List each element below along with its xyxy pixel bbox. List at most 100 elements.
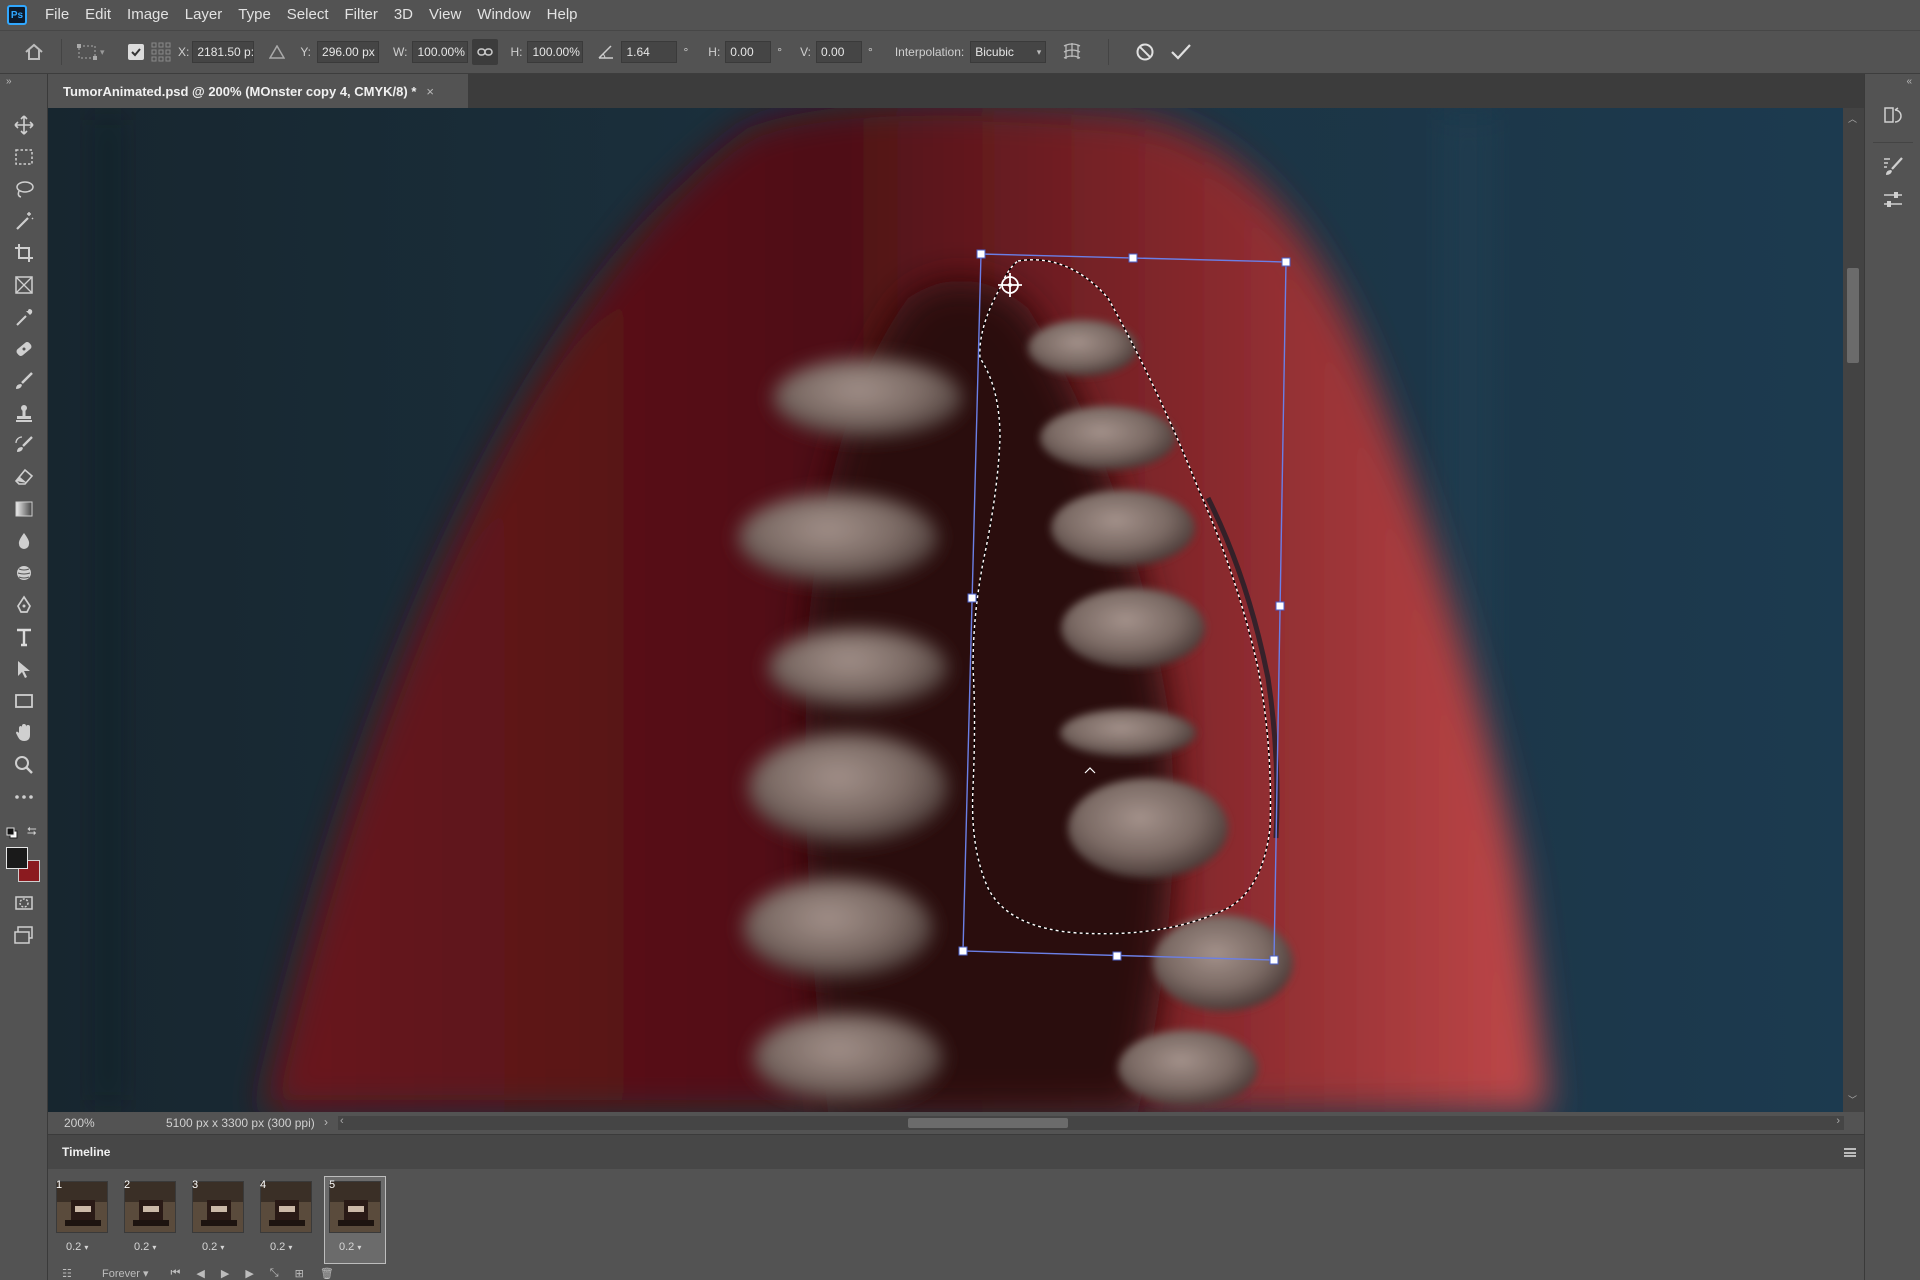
interpolation-value: Bicubic [975,45,1014,59]
document-canvas[interactable] [48,108,1843,1112]
menu-edit[interactable]: Edit [77,0,119,30]
frame-delay[interactable]: 0.2 ▾ [339,1241,361,1253]
history-panel-icon[interactable] [1881,104,1907,130]
warp-mode-icon[interactable] [1058,38,1086,66]
rectangle-icon[interactable] [10,687,38,715]
more-icon[interactable] [10,783,38,811]
magic-wand-icon[interactable] [10,207,38,235]
relative-position-icon[interactable] [264,45,290,59]
quick-mask-icon[interactable] [10,889,38,917]
menu-help[interactable]: Help [539,0,586,30]
zoom-level[interactable]: 200% [64,1116,138,1130]
marquee-icon[interactable] [10,143,38,171]
scroll-right-icon[interactable]: › [1836,1115,1840,1127]
menu-view[interactable]: View [421,0,469,30]
menu-type[interactable]: Type [230,0,279,30]
horizontal-scrollbar[interactable]: ‹ › [338,1115,1844,1130]
dodge-icon[interactable] [10,559,38,587]
document-info[interactable]: 5100 px x 3300 px (300 ppi) [166,1116,315,1130]
h-skew-input[interactable]: 0.00 [725,41,772,63]
pen-icon[interactable] [10,591,38,619]
home-icon[interactable] [19,37,49,67]
interpolation-select[interactable]: Bicubic ▾ [970,41,1047,63]
brush-settings-panel-icon[interactable] [1881,154,1907,180]
document-tab[interactable]: TumorAnimated.psd @ 200% (MOnster copy 4… [48,74,468,108]
y-position-input[interactable]: 296.00 px [317,41,380,63]
vertical-scroll-thumb[interactable] [1847,268,1859,363]
loop-select[interactable]: Forever ▾ [102,1267,148,1280]
zoom-icon[interactable] [10,751,38,779]
foreground-color-swatch[interactable] [6,847,28,869]
menu-3d[interactable]: 3D [386,0,421,30]
reference-point-checkbox[interactable] [128,44,144,60]
timeline-frame-3[interactable]: 3 0.2 ▾ [188,1177,248,1263]
timeline-frame-2[interactable]: 2 0.2 ▾ [120,1177,180,1263]
menu-layer[interactable]: Layer [177,0,231,30]
frame-icon[interactable] [10,271,38,299]
menu-file[interactable]: File [37,0,77,30]
crop-icon[interactable] [10,239,38,267]
link-aspect-icon[interactable] [472,39,499,65]
v-skew-input[interactable]: 0.00 [816,41,863,63]
new-frame-icon[interactable]: ⊞ [295,1267,304,1280]
timeline-frame-4[interactable]: 4 0.2 ▾ [256,1177,316,1263]
angle-degree-symbol: ° [683,45,689,59]
frame-delay[interactable]: 0.2 ▾ [66,1241,88,1253]
collapse-panel-icon[interactable]: » [6,76,12,87]
path-select-icon[interactable] [10,655,38,683]
vertical-scrollbar[interactable]: ︿ ﹀ [1843,108,1864,1112]
first-frame-icon[interactable]: ⏮ [170,1267,180,1280]
move-icon[interactable] [10,111,38,139]
menu-image[interactable]: Image [119,0,177,30]
previous-frame-icon[interactable]: ◀︎ [196,1267,204,1280]
history-brush-icon[interactable] [10,431,38,459]
swap-colors-icon[interactable]: ⮀ [27,824,37,839]
next-frame-icon[interactable]: ▶︎ [245,1267,253,1280]
blur-icon[interactable] [10,527,38,555]
eraser-icon[interactable] [10,463,38,491]
timeline-frame-5-selected[interactable]: 5 0.2 ▾ [324,1176,386,1264]
height-input[interactable]: 100.00% [527,41,584,63]
scroll-up-icon[interactable]: ︿ [1848,112,1857,125]
scroll-down-icon[interactable]: ﹀ [1848,1093,1857,1106]
frame-delay[interactable]: 0.2 ▾ [134,1241,156,1253]
healing-icon[interactable] [10,335,38,363]
screen-mode-icon[interactable] [10,921,38,949]
horizontal-scroll-thumb[interactable] [908,1118,1068,1128]
lasso-icon[interactable] [10,175,38,203]
play-icon[interactable]: ▶︎ [221,1267,229,1280]
eyedropper-icon[interactable] [10,303,38,331]
scroll-left-icon[interactable]: ‹ [340,1115,344,1127]
menu-window[interactable]: Window [469,0,538,30]
close-tab-icon[interactable]: × [426,84,434,99]
reference-point-grid-icon[interactable] [150,41,172,63]
gradient-icon[interactable] [10,495,38,523]
photoshop-logo-icon[interactable]: Ps [7,5,27,25]
x-position-input[interactable]: 2181.50 p: [192,41,255,63]
delete-frame-icon[interactable]: 🗑︎ [320,1267,334,1280]
transform-tool-icon[interactable] [74,39,100,65]
panel-menu-icon[interactable] [1844,1148,1856,1157]
status-menu-chevron-icon[interactable]: › [324,1115,328,1129]
commit-transform-icon[interactable] [1167,38,1195,66]
default-colors-icon[interactable] [6,826,18,839]
cancel-transform-icon[interactable] [1131,38,1159,66]
convert-timeline-icon[interactable]: ☷ [62,1267,78,1280]
frame-delay[interactable]: 0.2 ▾ [202,1241,224,1253]
type-icon[interactable] [10,623,38,651]
brush-icon[interactable] [10,367,38,395]
menu-select[interactable]: Select [279,0,337,30]
hand-icon[interactable] [10,719,38,747]
timeline-frame-1[interactable]: 1 0.2 ▾ [52,1177,112,1263]
frame-delay[interactable]: 0.2 ▾ [270,1241,292,1253]
expand-panels-icon[interactable]: « [1906,76,1912,87]
menu-filter[interactable]: Filter [337,0,386,30]
properties-panel-icon[interactable] [1881,188,1907,214]
document-tab-bar: TumorAnimated.psd @ 200% (MOnster copy 4… [48,74,1864,108]
tween-icon[interactable]: ⤡ [270,1267,279,1280]
stamp-icon[interactable] [10,399,38,427]
timeline-title[interactable]: Timeline [48,1145,110,1159]
rotation-angle-input[interactable]: 1.64 [621,41,678,63]
chevron-down-icon[interactable]: ▾ [100,47,112,58]
width-input[interactable]: 100.00% [412,41,469,63]
